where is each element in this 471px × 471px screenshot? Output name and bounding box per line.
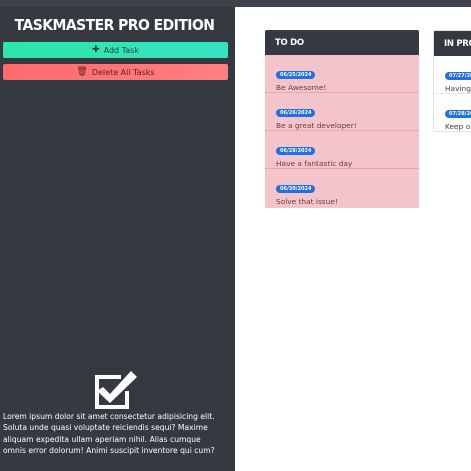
sidebar: TASKMASTER PRO EDITION ✚ Add Task 🗑 Dele… (0, 7, 235, 471)
task-text: Have a fantastic day (276, 159, 353, 168)
date-badge: 06/30/2024 (276, 185, 316, 193)
task-text: Be Awesome! (276, 83, 327, 92)
task-card[interactable]: 06/30/2024 Solve that issue! (265, 169, 419, 207)
date-badge: 06/25/2024 (276, 71, 316, 79)
trash-icon: 🗑 (76, 66, 88, 77)
add-task-button[interactable]: ✚ Add Task (3, 42, 228, 58)
task-text: Solve that issue! (276, 197, 338, 206)
sidebar-description: Lorem ipsum dolor sit amet consectetur a… (3, 412, 215, 455)
top-bar (0, 0, 471, 7)
column-header: TO DO (265, 30, 419, 55)
task-text: Keep o (445, 122, 471, 131)
task-card[interactable]: 06/26/2024 Be a great developer! (265, 93, 419, 131)
date-badge: 07/27/20 (445, 72, 471, 80)
plus-icon: ✚ (92, 44, 100, 55)
task-card[interactable]: 07/28/20 Keep o (434, 94, 471, 131)
checkbox-checked-icon (95, 371, 137, 409)
task-card[interactable]: 06/28/2024 Have a fantastic day (265, 131, 419, 169)
date-badge: 06/28/2024 (276, 147, 316, 155)
task-card[interactable]: 07/27/20 Having (434, 56, 471, 94)
column-in-progress: IN PROG 07/27/20 Having 07/28/20 Keep o (433, 30, 471, 132)
column-header: IN PROG (434, 31, 471, 56)
date-badge: 07/28/20 (445, 110, 471, 118)
task-board: TO DO 06/25/2024 Be Awesome! 06/26/2024 … (235, 7, 471, 471)
date-badge: 06/26/2024 (276, 109, 316, 117)
delete-all-tasks-button[interactable]: 🗑 Delete All Tasks (3, 64, 228, 80)
task-card[interactable]: 06/25/2024 Be Awesome! (265, 55, 419, 93)
app-title: TASKMASTER PRO EDITION (14, 16, 215, 34)
task-text: Having (445, 84, 471, 93)
add-task-label: Add Task (103, 45, 139, 55)
column-todo: TO DO 06/25/2024 Be Awesome! 06/26/2024 … (265, 30, 419, 208)
delete-all-label: Delete All Tasks (91, 67, 155, 77)
task-text: Be a great developer! (276, 121, 357, 130)
